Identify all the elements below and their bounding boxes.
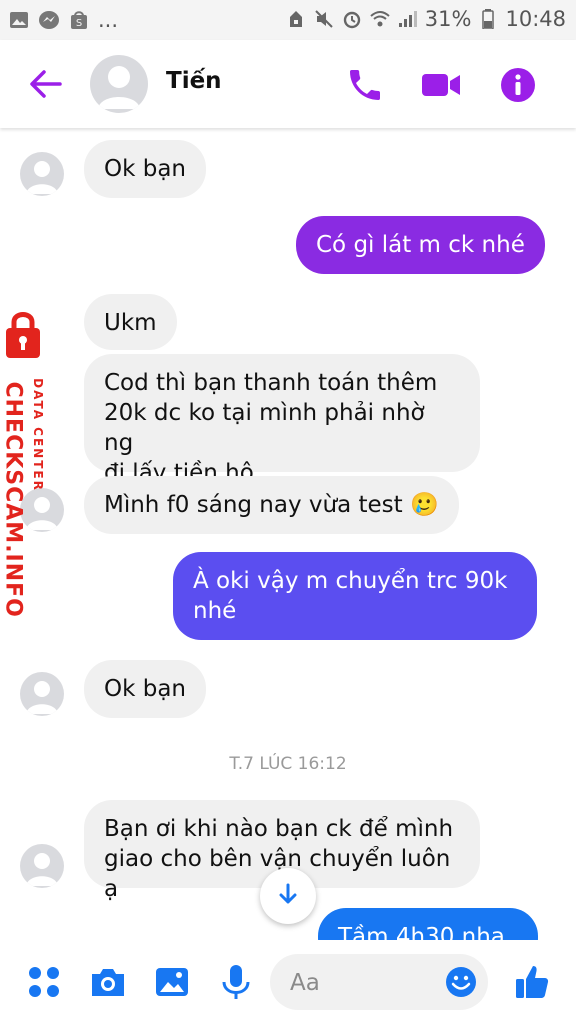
image-icon bbox=[8, 10, 30, 30]
alarm-icon bbox=[341, 9, 363, 29]
conversation-header: Tiến bbox=[0, 40, 576, 128]
message-input-wrap[interactable] bbox=[270, 954, 488, 1010]
clock-time: 10:48 bbox=[505, 7, 566, 31]
sender-avatar[interactable] bbox=[20, 152, 64, 196]
camera-icon[interactable] bbox=[88, 962, 128, 1002]
outgoing-message[interactable]: Có gì lát m ck nhé bbox=[296, 216, 545, 274]
mic-icon[interactable] bbox=[216, 962, 256, 1002]
video-icon[interactable] bbox=[420, 65, 460, 105]
incoming-message[interactable]: Ok bạn bbox=[84, 660, 207, 718]
outgoing-message[interactable]: À oki vậy m chuyển trc 90k nhé bbox=[173, 552, 537, 640]
status-overflow: ... bbox=[98, 8, 119, 32]
back-arrow-icon[interactable] bbox=[26, 66, 66, 102]
message-input[interactable] bbox=[288, 964, 442, 1002]
message-timestamp: T.7 LÚC 16:12 bbox=[229, 754, 347, 774]
sender-avatar[interactable] bbox=[20, 844, 64, 888]
scroll-to-bottom-button[interactable] bbox=[260, 868, 316, 924]
signal-icon bbox=[397, 9, 419, 29]
phone-icon[interactable] bbox=[345, 65, 385, 105]
message-list[interactable]: Ok bạn Có gì lát m ck nhé Ukm Cod thì bạ… bbox=[0, 128, 576, 940]
contact-avatar[interactable] bbox=[90, 55, 148, 113]
wifi-icon bbox=[369, 9, 391, 29]
gallery-icon[interactable] bbox=[152, 962, 192, 1002]
thumbs-up-icon[interactable] bbox=[512, 962, 552, 1002]
checkscam-watermark: DATA CENTER CHECKSCAM.INFO bbox=[1, 308, 62, 618]
apps-icon[interactable] bbox=[24, 962, 64, 1002]
arrow-down-icon bbox=[275, 881, 301, 911]
incoming-message[interactable]: Ukm bbox=[84, 294, 177, 350]
message-composer bbox=[0, 940, 576, 1024]
sender-avatar[interactable] bbox=[20, 672, 64, 716]
alarm-lock-icon bbox=[285, 9, 307, 29]
incoming-message[interactable]: Ok bạn bbox=[84, 140, 207, 198]
svg-text:S: S bbox=[76, 18, 82, 29]
outgoing-message[interactable]: Tầm 4h30 nha b bbox=[318, 908, 538, 940]
incoming-message[interactable]: Mình f0 sáng nay vừa test 🥲 bbox=[84, 476, 459, 534]
incoming-message[interactable]: Cod thì bạn thanh toán thêm 20k dc ko tạ… bbox=[84, 354, 480, 486]
emoji-icon[interactable] bbox=[444, 965, 478, 999]
battery-percent: 31% bbox=[424, 7, 472, 31]
status-bar: S ... 31% 10:48 bbox=[0, 0, 576, 40]
contact-name[interactable]: Tiến bbox=[166, 68, 222, 94]
watermark-line2: CHECKSCAM.INFO bbox=[0, 381, 26, 618]
watermark-line1: DATA CENTER bbox=[31, 378, 45, 492]
info-icon[interactable] bbox=[498, 65, 538, 105]
shop-icon: S bbox=[68, 10, 90, 30]
battery-icon bbox=[477, 9, 499, 29]
messenger-icon bbox=[38, 10, 60, 30]
mute-icon bbox=[313, 9, 335, 29]
